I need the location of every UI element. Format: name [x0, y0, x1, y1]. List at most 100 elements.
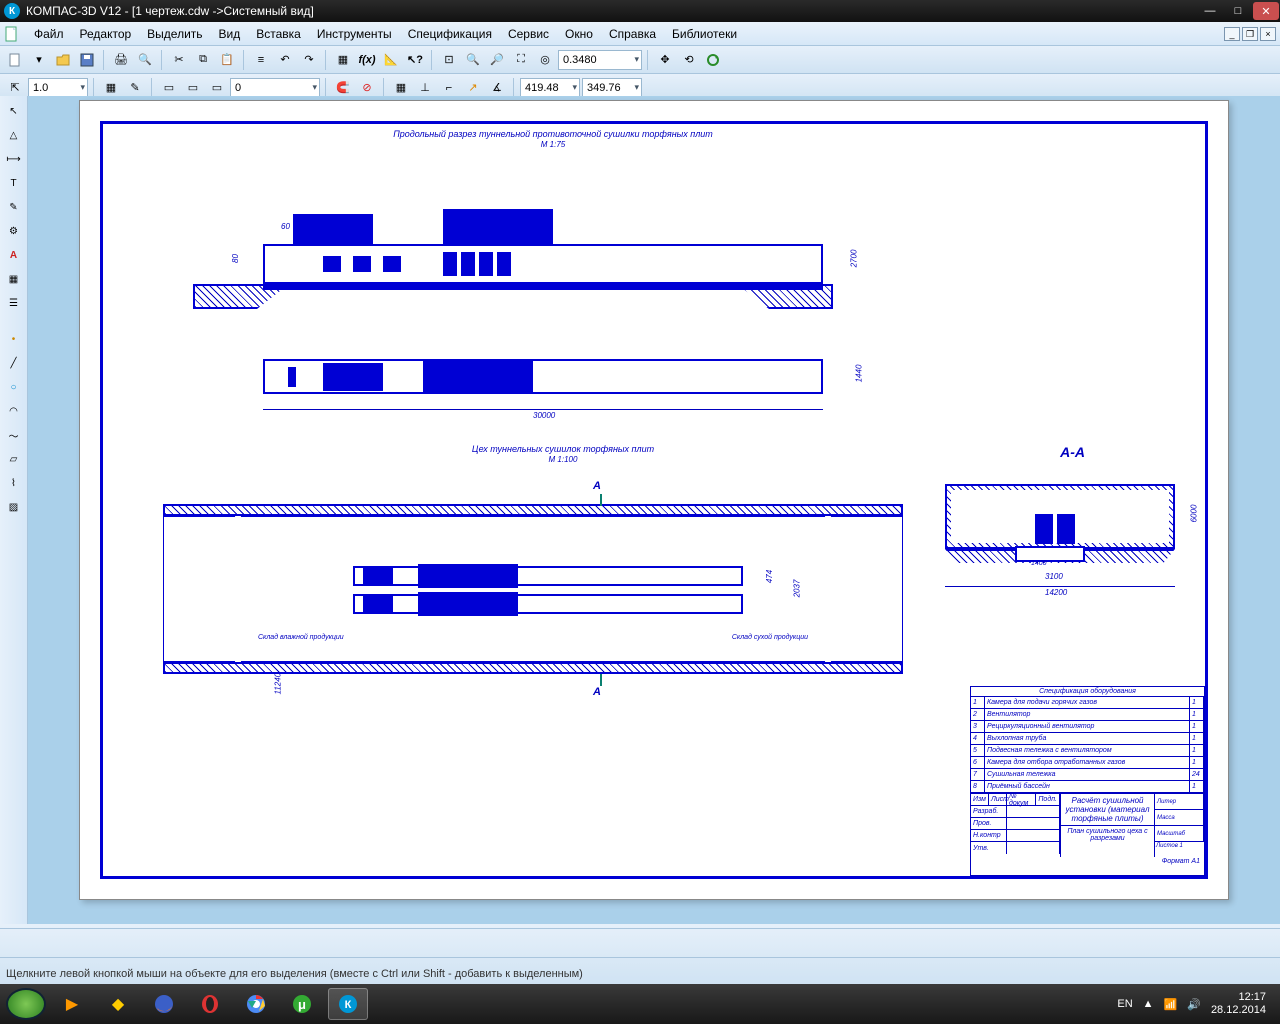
minimize-button[interactable]: —	[1197, 2, 1223, 20]
mdi-restore[interactable]: ❐	[1242, 27, 1258, 41]
menu-service[interactable]: Сервис	[500, 24, 557, 44]
step-combo[interactable]: 1.0	[28, 78, 88, 98]
window-titlebar: К КОМПАС-3D V12 - [1 чертеж.cdw ->Систем…	[0, 0, 1280, 22]
title-block: Спецификация оборудования 1Камера для по…	[970, 686, 1205, 876]
props-button[interactable]: ≡	[250, 49, 272, 71]
menu-spec[interactable]: Спецификация	[400, 24, 500, 44]
spec-row: 2Вентилятор1	[971, 709, 1204, 721]
vars-button[interactable]: 📐	[380, 49, 402, 71]
measure-tool[interactable]: A	[3, 244, 25, 266]
mdi-close[interactable]: ×	[1260, 27, 1276, 41]
zoom-obj-button[interactable]: ◎	[534, 49, 556, 71]
rect-tool[interactable]: ▱	[3, 448, 25, 470]
hatch-tool[interactable]: ▨	[3, 496, 25, 518]
tray-flag-icon[interactable]: ▲	[1143, 998, 1154, 1010]
cut-button[interactable]: ✂	[168, 49, 190, 71]
menu-libs[interactable]: Библиотеки	[664, 24, 745, 44]
copy-button[interactable]: ⧉	[192, 49, 214, 71]
menu-select[interactable]: Выделить	[139, 24, 210, 44]
tray-network-icon[interactable]: 📶	[1164, 998, 1178, 1011]
new-dropdown[interactable]: ▾	[28, 49, 50, 71]
tray-volume-icon[interactable]: 🔊	[1187, 998, 1201, 1011]
paste-button[interactable]: 📋	[216, 49, 238, 71]
svg-text:μ: μ	[298, 997, 306, 1012]
property-panel	[0, 928, 1280, 958]
coord-y-value: 349.76	[587, 82, 621, 94]
spec-row: 1Камера для подачи горячих газов1	[971, 697, 1204, 709]
drawing-frame: Продольный разрез туннельной противоточн…	[100, 121, 1208, 879]
app-logo-icon: К	[4, 3, 20, 19]
point-tool[interactable]: •	[3, 328, 25, 350]
view-section: 14200 3100 1400 6000	[945, 474, 1175, 604]
help-cursor-button[interactable]: ↖?	[404, 49, 426, 71]
work-area[interactable]: Продольный разрез туннельной противоточн…	[28, 96, 1280, 924]
prev-view-button[interactable]: ⟲	[678, 49, 700, 71]
view-longitudinal: 80 60 2700	[193, 184, 833, 314]
layers-button[interactable]: ▦	[332, 49, 354, 71]
taskbar-utorrent[interactable]: μ	[282, 988, 322, 1020]
zoom-value: 0.3480	[563, 54, 597, 66]
system-tray[interactable]: EN ▲ 📶 🔊 12:17 28.12.2014	[1117, 991, 1274, 1017]
spec-tool[interactable]: ☰	[3, 292, 25, 314]
tray-lang[interactable]: EN	[1117, 998, 1132, 1010]
param-tool[interactable]: ⚙	[3, 220, 25, 242]
undo-button[interactable]: ↶	[274, 49, 296, 71]
menu-editor[interactable]: Редактор	[72, 24, 140, 44]
taskbar-app2[interactable]: ◆	[98, 988, 138, 1020]
line-tool[interactable]: ╱	[3, 352, 25, 374]
taskbar-kompas[interactable]: К	[328, 988, 368, 1020]
maximize-button[interactable]: □	[1225, 2, 1251, 20]
menu-tools[interactable]: Инструменты	[309, 24, 400, 44]
menu-file[interactable]: Файл	[26, 24, 72, 44]
style-combo[interactable]: 0	[230, 78, 320, 98]
palette-sep	[3, 316, 25, 326]
svg-text:К: К	[345, 999, 352, 1011]
arc-tool[interactable]: ◠	[3, 400, 25, 422]
toolbar-main: ▾ 🖨 🔍 ✂ ⧉ 📋 ≡ ↶ ↷ ▦ f(x) 📐 ↖? ⊡ 🔍 🔎 ⛶ ◎ …	[0, 46, 1280, 74]
dim-tool[interactable]: ⟼	[3, 148, 25, 170]
print-button[interactable]: 🖨	[110, 49, 132, 71]
zoom-window-button[interactable]: ⊡	[438, 49, 460, 71]
coord-x[interactable]: 419.48	[520, 78, 580, 98]
taskbar-mediaplayer[interactable]: ▶	[52, 988, 92, 1020]
select-tool[interactable]: ↖	[3, 100, 25, 122]
zoom-in-button[interactable]: 🔍	[462, 49, 484, 71]
geometry-tool[interactable]: △	[3, 124, 25, 146]
tray-clock[interactable]: 12:17 28.12.2014	[1211, 991, 1266, 1017]
menu-insert[interactable]: Вставка	[248, 24, 309, 44]
preview-button[interactable]: 🔍	[134, 49, 156, 71]
taskbar-chrome[interactable]	[236, 988, 276, 1020]
circle-tool[interactable]: ○	[3, 376, 25, 398]
edit-tool[interactable]: ✎	[3, 196, 25, 218]
save-button[interactable]	[76, 49, 98, 71]
refresh-button[interactable]	[702, 49, 724, 71]
step-value: 1.0	[33, 82, 48, 94]
zoom-out-button[interactable]: 🔎	[486, 49, 508, 71]
new-button[interactable]	[4, 49, 26, 71]
view2-title: Цех туннельных сушилок торфяных плит М 1…	[363, 444, 763, 464]
menu-view[interactable]: Вид	[211, 24, 249, 44]
coord-y[interactable]: 349.76	[582, 78, 642, 98]
redo-button[interactable]: ↷	[298, 49, 320, 71]
spec-row: 4Выхлопная труба1	[971, 733, 1204, 745]
zoom-fit-button[interactable]: ⛶	[510, 49, 532, 71]
mdi-minimize[interactable]: _	[1224, 27, 1240, 41]
left-tool-palette: ↖ △ ⟼ Т ✎ ⚙ A ▦ ☰ • ╱ ○ ◠ ～ ▱ ⌇ ▨	[0, 96, 28, 924]
start-button[interactable]	[6, 988, 46, 1020]
style-value: 0	[235, 82, 241, 94]
text-tool[interactable]: Т	[3, 172, 25, 194]
spline-tool[interactable]: ～	[3, 424, 25, 446]
zoom-combo[interactable]: 0.3480	[558, 50, 642, 70]
menu-help[interactable]: Справка	[601, 24, 664, 44]
coord-x-value: 419.48	[525, 82, 559, 94]
table-tool[interactable]: ▦	[3, 268, 25, 290]
taskbar-opera[interactable]	[190, 988, 230, 1020]
polyline-tool[interactable]: ⌇	[3, 472, 25, 494]
close-button[interactable]: ✕	[1253, 2, 1279, 20]
open-button[interactable]	[52, 49, 74, 71]
pan-button[interactable]: ✥	[654, 49, 676, 71]
taskbar-firefox[interactable]	[144, 988, 184, 1020]
fx-button[interactable]: f(x)	[356, 49, 378, 71]
view-top: 30000 1440	[193, 349, 833, 409]
menu-window[interactable]: Окно	[557, 24, 601, 44]
